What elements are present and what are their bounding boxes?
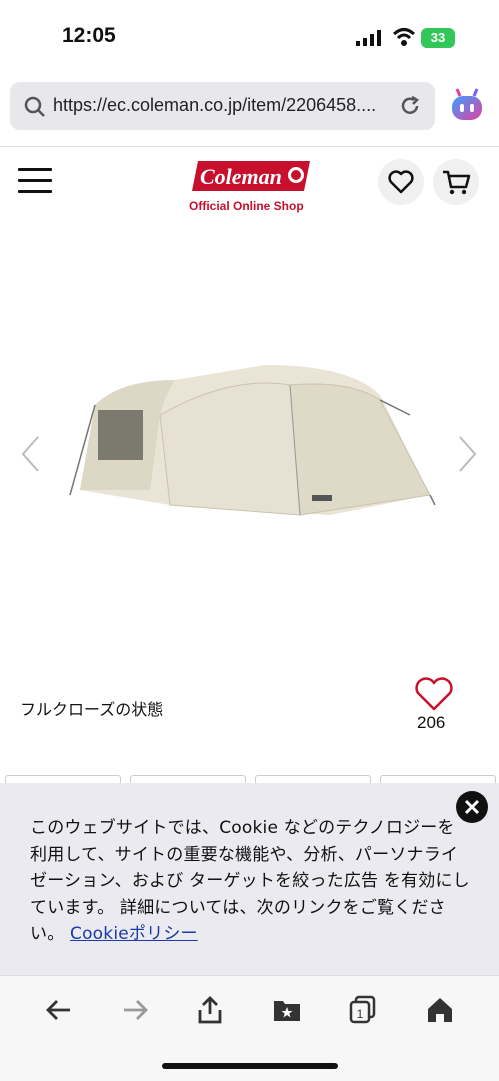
- bookmarks-icon[interactable]: [272, 995, 302, 1025]
- cookie-policy-link[interactable]: Cookieポリシー: [70, 924, 198, 944]
- cart-icon: [443, 170, 471, 195]
- tabs-count: 1: [357, 1007, 364, 1021]
- logo-text: Coleman: [200, 164, 282, 189]
- heart-icon: [388, 170, 414, 194]
- like-count: 206: [417, 713, 446, 732]
- hamburger-menu-icon[interactable]: [18, 168, 52, 198]
- status-time: 12:05: [62, 24, 116, 47]
- url-text[interactable]: https://ec.coleman.co.jp/item/2206458...…: [53, 95, 376, 116]
- wifi-icon: [392, 28, 416, 46]
- cookie-message: このウェブサイトでは、Cookie などのテクノロジーを利用して、サイトの重要な…: [30, 815, 470, 948]
- home-icon[interactable]: [425, 995, 455, 1025]
- cellular-signal-icon: [356, 30, 381, 46]
- site-subtitle: Official Online Shop: [189, 199, 304, 213]
- battery-indicator: 33: [421, 28, 455, 48]
- coleman-logo[interactable]: Coleman: [190, 157, 312, 195]
- favorites-button[interactable]: [378, 159, 424, 205]
- reload-icon[interactable]: [399, 95, 421, 117]
- back-icon[interactable]: [44, 995, 74, 1025]
- tabs-icon[interactable]: 1: [348, 995, 378, 1025]
- forward-icon[interactable]: [120, 995, 150, 1025]
- share-icon[interactable]: [195, 995, 225, 1025]
- like-heart-icon[interactable]: [413, 676, 455, 712]
- next-image-arrow[interactable]: [456, 435, 478, 473]
- home-indicator: [162, 1063, 338, 1069]
- image-caption: フルクローズの状態: [20, 700, 164, 719]
- cart-button[interactable]: [433, 159, 479, 205]
- assistant-icon[interactable]: [449, 87, 485, 125]
- product-image-tent[interactable]: [50, 355, 440, 530]
- search-icon: [24, 96, 45, 117]
- previous-image-arrow[interactable]: [20, 435, 42, 473]
